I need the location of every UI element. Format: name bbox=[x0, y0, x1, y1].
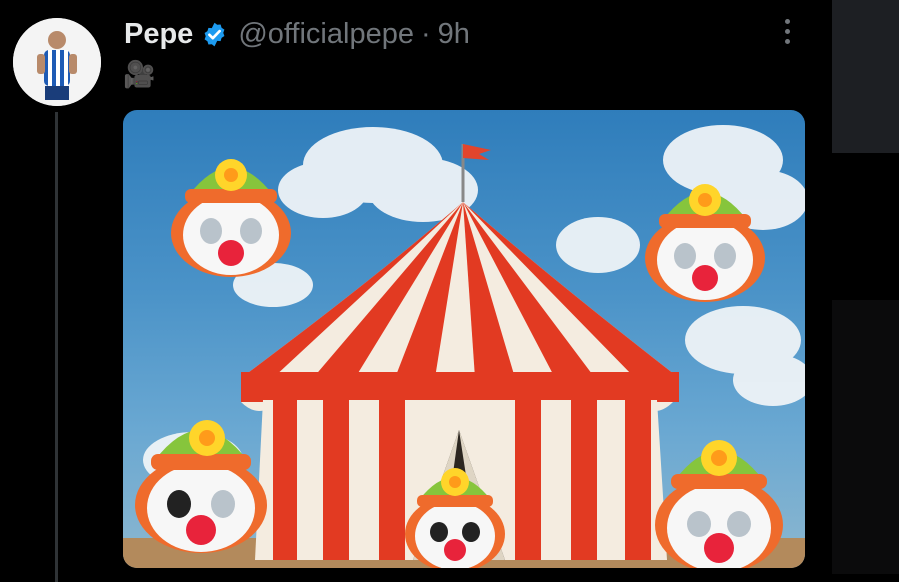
tweet-media-image[interactable] bbox=[123, 110, 805, 568]
side-panel bbox=[832, 0, 899, 153]
author-avatar[interactable] bbox=[13, 18, 101, 106]
author-handle[interactable]: @officialpepe bbox=[238, 18, 414, 51]
clown-mask-3 bbox=[135, 420, 267, 553]
tweet-header: Pepe @officialpepe · 9h bbox=[124, 14, 470, 54]
tweet-text: 🎥 bbox=[123, 59, 156, 89]
circus-illustration bbox=[123, 125, 805, 568]
tweet-timestamp[interactable]: 9h bbox=[438, 18, 470, 51]
clown-mask-5 bbox=[655, 440, 783, 568]
more-options-icon[interactable] bbox=[772, 14, 802, 48]
author-name[interactable]: Pepe bbox=[124, 18, 193, 51]
avatar-image bbox=[13, 18, 101, 106]
side-panel-lower bbox=[832, 300, 899, 574]
separator-dot: · bbox=[420, 17, 431, 50]
verified-badge-icon bbox=[204, 22, 225, 46]
clown-mask-1 bbox=[171, 159, 291, 277]
thread-line bbox=[55, 112, 58, 582]
